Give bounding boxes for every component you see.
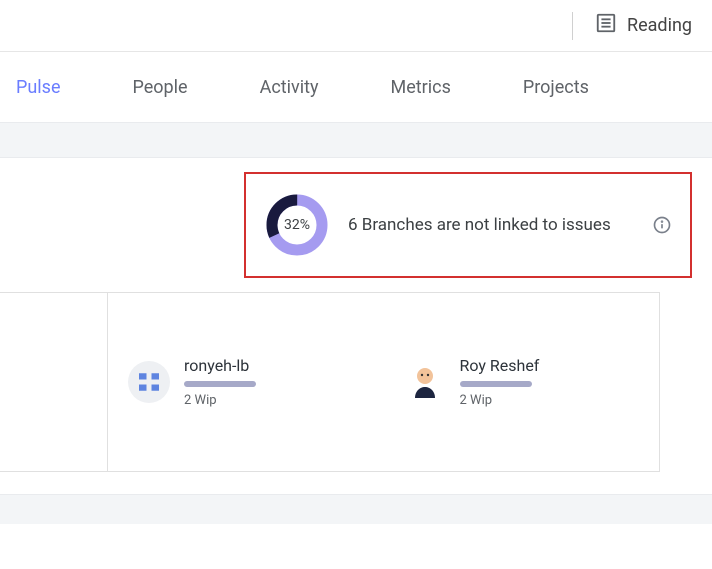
unlinked-branches-card[interactable]: 32% 6 Branches are not linked to issues <box>244 172 692 278</box>
topbar-divider <box>572 12 573 40</box>
people-section: ronyeh-lb 2 Wip Roy Reshef 2 Wip <box>0 292 660 472</box>
info-icon[interactable] <box>652 215 672 235</box>
list-icon <box>595 12 617 39</box>
person-meta: Roy Reshef 2 Wip <box>460 356 540 408</box>
bottom-divider <box>0 494 712 524</box>
donut-percent: 32% <box>264 192 330 258</box>
insight-text: 6 Branches are not linked to issues <box>348 215 634 235</box>
person-card[interactable]: ronyeh-lb 2 Wip <box>108 293 384 471</box>
top-bar: Reading <box>0 0 712 52</box>
person-card[interactable]: Roy Reshef 2 Wip <box>384 293 660 471</box>
person-bar <box>460 381 532 387</box>
section-divider <box>0 122 712 158</box>
insight-row: 32% 6 Branches are not linked to issues <box>0 158 712 292</box>
person-name: Roy Reshef <box>460 356 540 375</box>
avatar <box>404 361 446 403</box>
person-meta: ronyeh-lb 2 Wip <box>184 356 256 408</box>
avatar <box>128 361 170 403</box>
reading-mode-button[interactable]: Reading <box>587 12 700 39</box>
people-cards: ronyeh-lb 2 Wip Roy Reshef 2 Wip <box>108 293 660 471</box>
tab-metrics[interactable]: Metrics <box>391 77 451 98</box>
reading-label: Reading <box>627 15 692 36</box>
tabs: Pulse People Activity Metrics Projects <box>0 52 712 122</box>
person-bar <box>184 381 256 387</box>
tab-people[interactable]: People <box>133 77 188 98</box>
tab-activity[interactable]: Activity <box>260 77 319 98</box>
people-spacer <box>0 293 108 471</box>
person-wip: 2 Wip <box>460 393 540 408</box>
donut-chart: 32% <box>264 192 330 258</box>
tab-pulse[interactable]: Pulse <box>16 77 61 98</box>
person-name: ronyeh-lb <box>184 356 256 375</box>
tab-projects[interactable]: Projects <box>523 77 589 98</box>
person-wip: 2 Wip <box>184 393 256 408</box>
